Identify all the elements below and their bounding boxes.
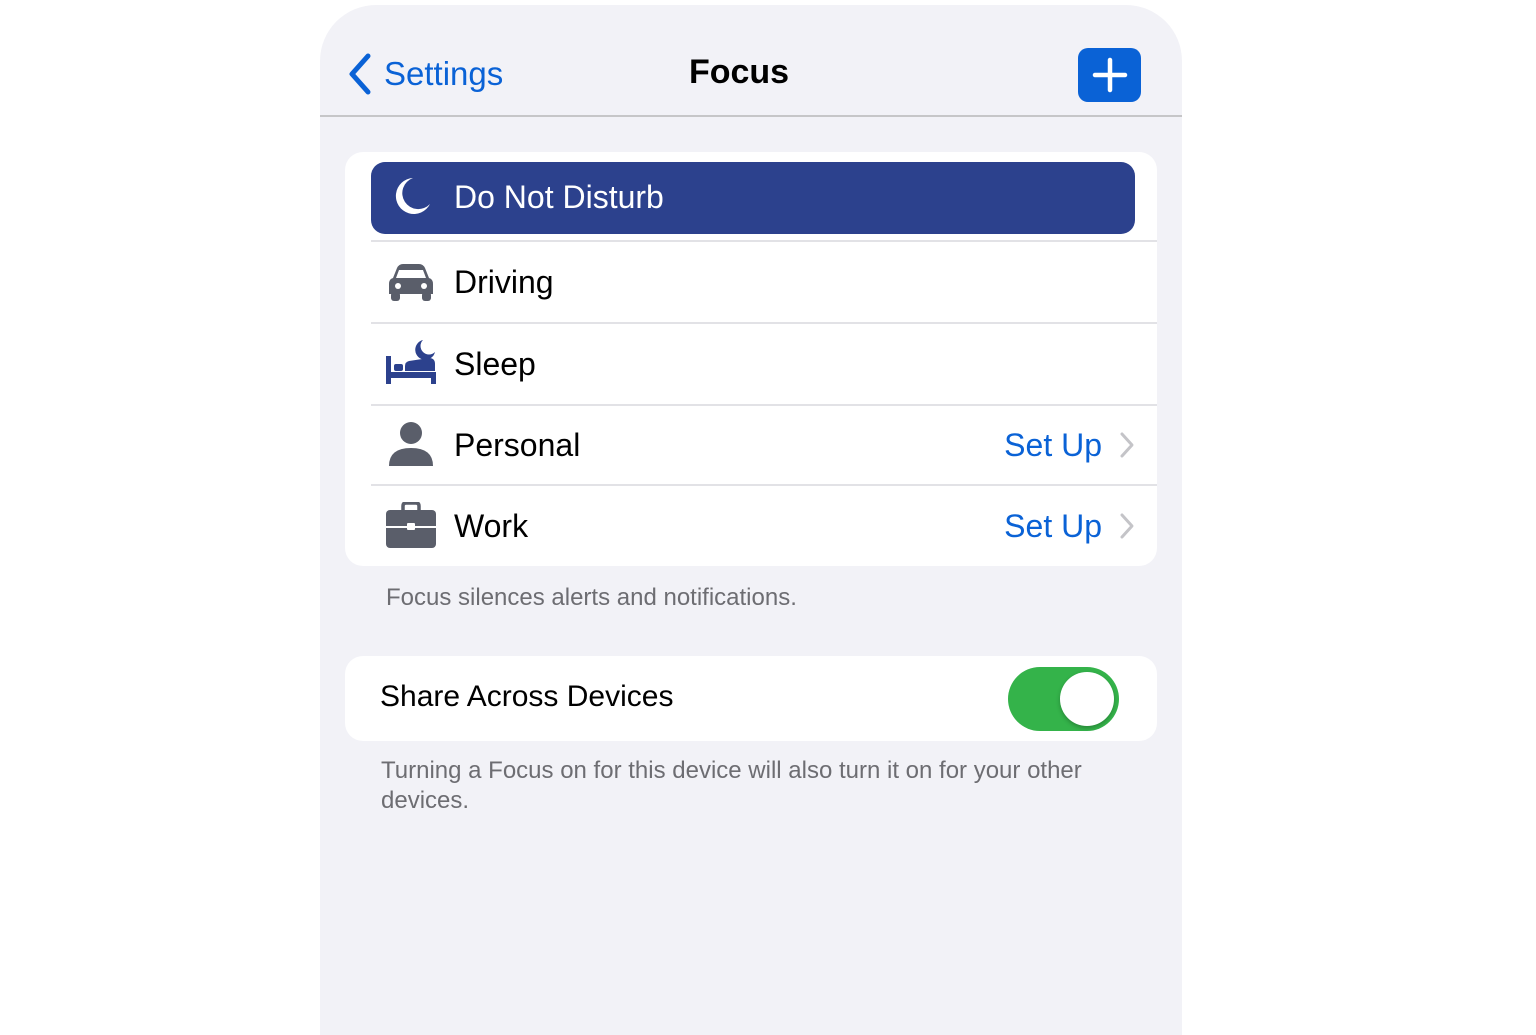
- person-icon: [385, 418, 437, 470]
- focus-item-label: Driving: [454, 264, 554, 300]
- back-button-label: Settings: [384, 55, 504, 92]
- moon-icon: [385, 170, 437, 222]
- focus-item-personal[interactable]: Personal Set Up: [345, 406, 1157, 484]
- set-up-link[interactable]: Set Up: [1004, 427, 1102, 464]
- focus-item-label: Do Not Disturb: [454, 179, 664, 215]
- focus-item-sleep[interactable]: Sleep: [345, 324, 1157, 404]
- set-up-link[interactable]: Set Up: [1004, 508, 1102, 545]
- chevron-left-icon: [349, 53, 371, 95]
- chevron-right-icon: [1120, 513, 1134, 539]
- focus-item-driving[interactable]: Driving: [345, 242, 1157, 322]
- share-across-devices-toggle[interactable]: [1008, 667, 1119, 731]
- share-across-devices-group: Share Across Devices: [345, 656, 1157, 741]
- share-footer-text: Turning a Focus on for this device will …: [381, 757, 1082, 814]
- back-button[interactable]: Settings: [348, 49, 503, 99]
- chevron-right-icon: [1120, 432, 1134, 458]
- focus-item-label: Personal: [454, 427, 581, 463]
- navigation-bar: Settings Focus: [320, 5, 1182, 117]
- focus-item-do-not-disturb[interactable]: Do Not Disturb: [345, 152, 1157, 240]
- add-focus-button[interactable]: [1078, 48, 1141, 102]
- car-icon: [385, 256, 437, 308]
- focus-item-label: Sleep: [454, 346, 536, 382]
- share-across-devices-label: Share Across Devices: [380, 680, 674, 713]
- bed-icon: [385, 336, 437, 388]
- plus-icon: [1092, 57, 1127, 93]
- focus-modes-list: Do Not Disturb Driving Sleep Personal Se…: [345, 152, 1157, 566]
- settings-screen: Settings Focus Do Not Disturb Driving Sl…: [320, 5, 1182, 1035]
- focus-item-work[interactable]: Work Set Up: [345, 486, 1157, 566]
- focus-item-label: Work: [454, 508, 529, 544]
- focus-footer-text: Focus silences alerts and notifications.: [386, 584, 797, 611]
- briefcase-icon: [385, 500, 437, 552]
- toggle-knob: [1060, 672, 1114, 726]
